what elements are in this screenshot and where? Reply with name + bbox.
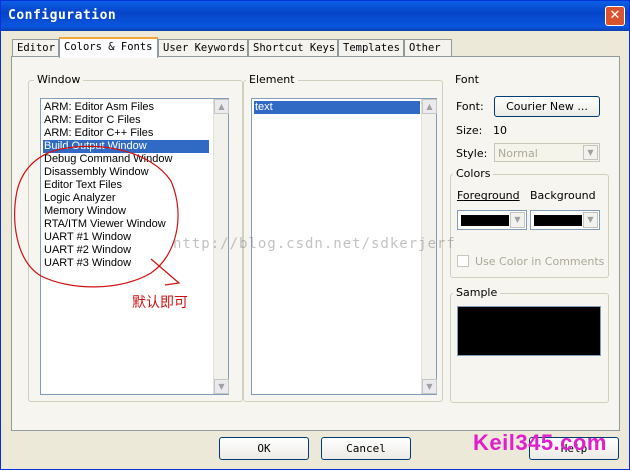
annotation-arrow — [150, 258, 181, 286]
annotation-circle — [14, 145, 179, 288]
tab-colors-fonts[interactable]: Colors & Fonts — [59, 37, 158, 58]
site-logo: Keil345.com — [473, 430, 607, 455]
watermark-text: http://blog.csdn.net/sdkerjerf — [173, 236, 456, 252]
annotation-text: 默认即可 — [132, 295, 188, 311]
configuration-dialog: Configuration ✕ Editor Colors & Fonts Us… — [0, 0, 630, 470]
